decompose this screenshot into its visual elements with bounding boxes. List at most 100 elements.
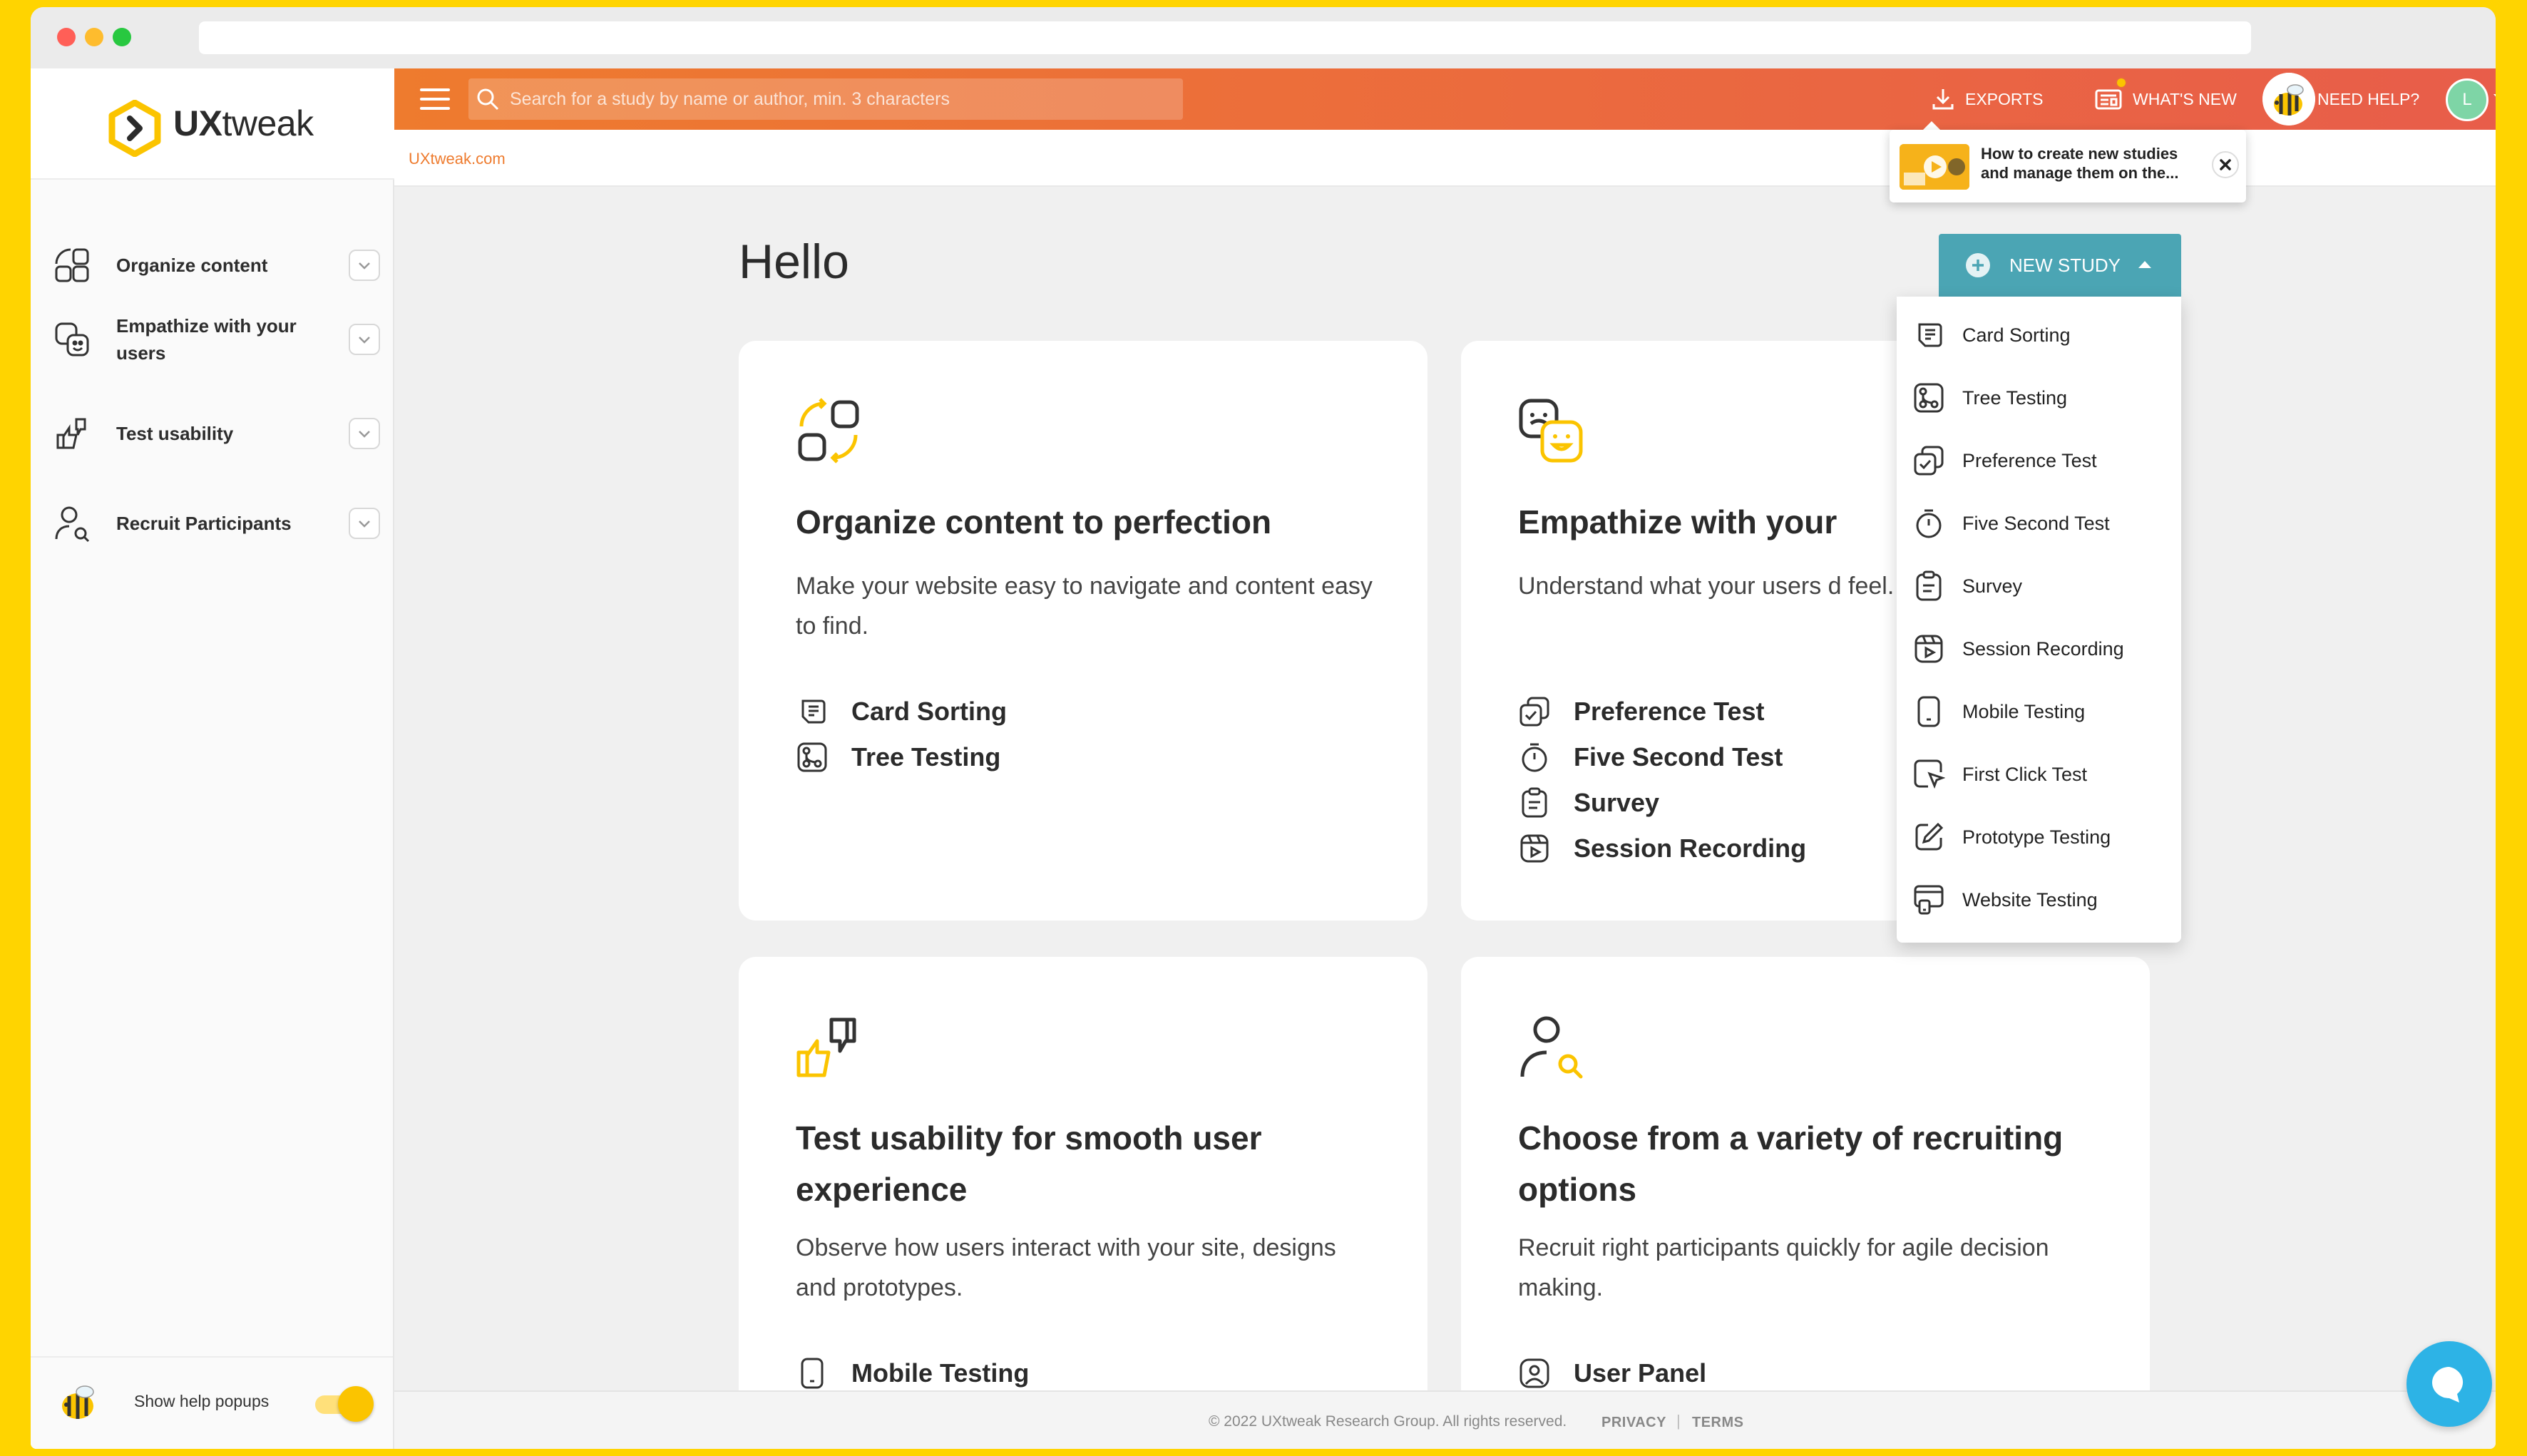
user-avatar[interactable]: L (2446, 78, 2488, 121)
empathize-face-icon (1519, 399, 1583, 463)
privacy-link[interactable]: PRIVACY (1601, 1415, 1666, 1431)
sidebar-item-test-usability[interactable]: Test usability (52, 398, 380, 469)
maximize-window-button[interactable] (113, 28, 131, 46)
minimize-window-button[interactable] (85, 28, 103, 46)
user-panel-icon (1519, 1358, 1549, 1388)
survey-icon (1916, 570, 1942, 601)
breadcrumb[interactable]: UXtweak.com (409, 150, 506, 168)
chat-widget-button[interactable] (2406, 1341, 2492, 1427)
sidebar-item-empathize[interactable]: Empathize with your users (52, 304, 380, 375)
link-label: Five Second Test (1574, 742, 1783, 771)
menu-item-first-click-test[interactable]: First Click Test (1897, 743, 2181, 806)
whats-new-link[interactable]: WHAT'S NEW (2094, 81, 2237, 117)
help-popups-toggle[interactable] (315, 1386, 374, 1422)
toggle-knob (338, 1386, 374, 1422)
mobile-icon (801, 1358, 824, 1389)
menu-item-label: Website Testing (1962, 888, 2098, 911)
search-input[interactable] (510, 78, 1173, 120)
sidebar-item-organize-content[interactable]: Organize content (52, 230, 380, 301)
chevron-down-icon[interactable] (349, 418, 380, 449)
card-title: Organize content to perfection (796, 503, 1272, 540)
card-links: Mobile Testing (796, 1350, 1029, 1396)
study-search (468, 78, 1183, 120)
first-click-icon (1914, 759, 1945, 789)
new-study-button[interactable]: NEW STUDY (1939, 234, 2181, 297)
new-study-label: NEW STUDY (2009, 254, 2121, 276)
preference-test-icon (1519, 697, 1549, 727)
uxtweak-logo-icon[interactable] (106, 100, 163, 157)
exports-link[interactable]: EXPORTS (1931, 81, 2044, 117)
sidebar-footer: Show help popups (31, 1356, 393, 1449)
sidebar-item-label: Recruit Participants (116, 513, 292, 534)
user-search-icon (55, 506, 90, 543)
page-title: Hello (739, 235, 849, 289)
chevron-down-icon[interactable] (349, 508, 380, 539)
sidebar-item-recruit[interactable]: Recruit Participants (52, 488, 380, 559)
bee-mascot-icon (62, 1385, 94, 1419)
link-label: Preference Test (1574, 697, 1765, 726)
brand-name-rest: tweak (222, 103, 314, 143)
show-help-popups-label: Show help popups (134, 1392, 270, 1410)
thumbs-icon (56, 418, 86, 449)
card-links: Preference Test Five Second Test Survey … (1518, 689, 1806, 871)
menu-item-label: Five Second Test (1962, 512, 2110, 534)
brand-name-bold: UX (173, 103, 222, 143)
preference-test-link[interactable]: Preference Test (1518, 689, 1806, 734)
close-tooltip-button[interactable] (2212, 151, 2239, 178)
survey-link[interactable]: Survey (1518, 780, 1806, 826)
menu-item-session-recording[interactable]: Session Recording (1897, 617, 2181, 680)
brand-name[interactable]: UXtweak (173, 103, 314, 144)
menu-item-card-sorting[interactable]: Card Sorting (1897, 304, 2181, 366)
top-bar: EXPORTS WHAT'S NEW NEED HELP? L (394, 68, 2496, 130)
need-help-label: NEED HELP? (2317, 89, 2420, 108)
browser-window: UXtweak Organize content Empathize with … (31, 7, 2496, 1449)
card-description: Make your website easy to navigate and c… (796, 573, 1373, 640)
menu-item-label: First Click Test (1962, 763, 2088, 785)
address-bar[interactable] (199, 21, 2251, 54)
session-recording-icon (1520, 834, 1549, 863)
card-description: Observe how users interact with your sit… (796, 1234, 1336, 1301)
session-recording-link[interactable]: Session Recording (1518, 826, 1806, 871)
menu-item-mobile-testing[interactable]: Mobile Testing (1897, 680, 2181, 743)
video-thumbnail[interactable] (1900, 144, 1969, 190)
menu-item-five-second-test[interactable]: Five Second Test (1897, 492, 2181, 555)
whats-new-label: WHAT'S NEW (2133, 89, 2237, 108)
menu-item-survey[interactable]: Survey (1897, 555, 2181, 617)
link-label: Tree Testing (851, 742, 1001, 771)
menu-item-label: Card Sorting (1962, 324, 2071, 346)
mobile-testing-link[interactable]: Mobile Testing (796, 1350, 1029, 1396)
tree-testing-link[interactable]: Tree Testing (796, 734, 1007, 780)
user-panel-link[interactable]: User Panel (1518, 1350, 1706, 1396)
card-title: Test usability for smooth user experienc… (796, 1119, 1262, 1208)
menu-item-website-testing[interactable]: Website Testing (1897, 868, 2181, 931)
chevron-down-icon[interactable] (349, 324, 380, 355)
exports-label: EXPORTS (1965, 89, 2044, 108)
help-tooltip[interactable]: How to create new studies and manage the… (1890, 130, 2246, 202)
five-second-test-link[interactable]: Five Second Test (1518, 734, 1806, 780)
need-help-link[interactable]: NEED HELP? (2317, 81, 2419, 117)
play-video-icon (1900, 144, 1969, 190)
page-footer: © 2022 UXtweak Research Group. All right… (394, 1390, 2496, 1449)
menu-item-label: Mobile Testing (1962, 700, 2086, 722)
bee-help-icon[interactable] (2262, 73, 2315, 125)
session-recording-icon (1915, 635, 1943, 663)
search-icon (477, 88, 499, 111)
chevron-down-icon[interactable] (349, 250, 380, 281)
preference-test-icon (1914, 446, 1944, 476)
card-organize-content: Organize content to perfection Make your… (739, 341, 1427, 921)
card-test-usability: Test usability for smooth user experienc… (739, 957, 1427, 1427)
sidebar-item-label: Test usability (116, 423, 234, 444)
terms-link[interactable]: TERMS (1692, 1415, 1744, 1431)
chat-bubble-icon (2432, 1367, 2464, 1403)
hamburger-menu-icon[interactable] (420, 87, 450, 111)
menu-item-prototype-testing[interactable]: Prototype Testing (1897, 806, 2181, 868)
menu-item-tree-testing[interactable]: Tree Testing (1897, 366, 2181, 429)
caret-down-icon[interactable] (2493, 94, 2496, 101)
close-window-button[interactable] (57, 28, 76, 46)
thumbs-up-down-icon (796, 1017, 856, 1077)
plus-circle-icon (1966, 253, 1990, 277)
menu-item-label: Preference Test (1962, 449, 2097, 471)
card-sorting-link[interactable]: Card Sorting (796, 689, 1007, 734)
new-study-dropdown: Card Sorting Tree Testing Preference Tes… (1897, 297, 2181, 943)
menu-item-preference-test[interactable]: Preference Test (1897, 429, 2181, 492)
